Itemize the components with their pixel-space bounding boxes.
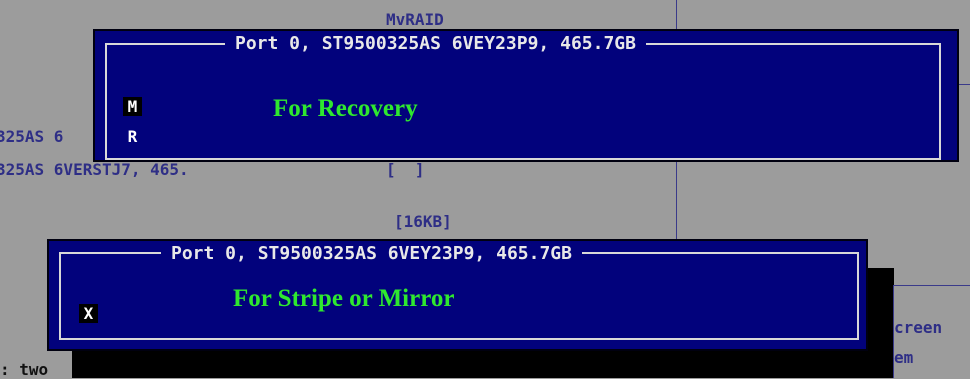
dialog-title: Port 0, ST9500325AS 6VEY23P9, 465.7GB [161,243,582,264]
right-text-1: creen [894,318,943,337]
dialog-frame [105,43,941,160]
dialog-title: Port 0, ST9500325AS 6VEY23P9, 465.7GB [225,33,646,54]
menu-item-r[interactable]: R [123,127,142,146]
right-text-2: em [894,348,914,367]
recovery-annotation: For Recovery [273,95,418,122]
disk-line-1: 325AS 6 [0,127,64,146]
raid-header-text: MvRAID [386,10,444,29]
footer-text: : two [0,360,49,379]
empty-bracket: [ ] [386,160,425,179]
menu-item-m[interactable]: M [123,97,142,116]
recovery-dialog: Port 0, ST9500325AS 6VEY23P9, 465.7GB M … [93,29,959,162]
disk-line-2: 325AS 6VERSTJ7, 465. [0,160,189,179]
menu-item-x[interactable]: X [79,304,98,323]
stripe-size-value: [16KB] [394,212,452,231]
stripe-mirror-dialog: Port 0, ST9500325AS 6VEY23P9, 465.7GB X … [47,239,868,351]
right-frame-line-horizontal [893,285,970,286]
dialog-frame [59,252,859,340]
stripe-mirror-annotation: For Stripe or Mirror [233,285,455,312]
